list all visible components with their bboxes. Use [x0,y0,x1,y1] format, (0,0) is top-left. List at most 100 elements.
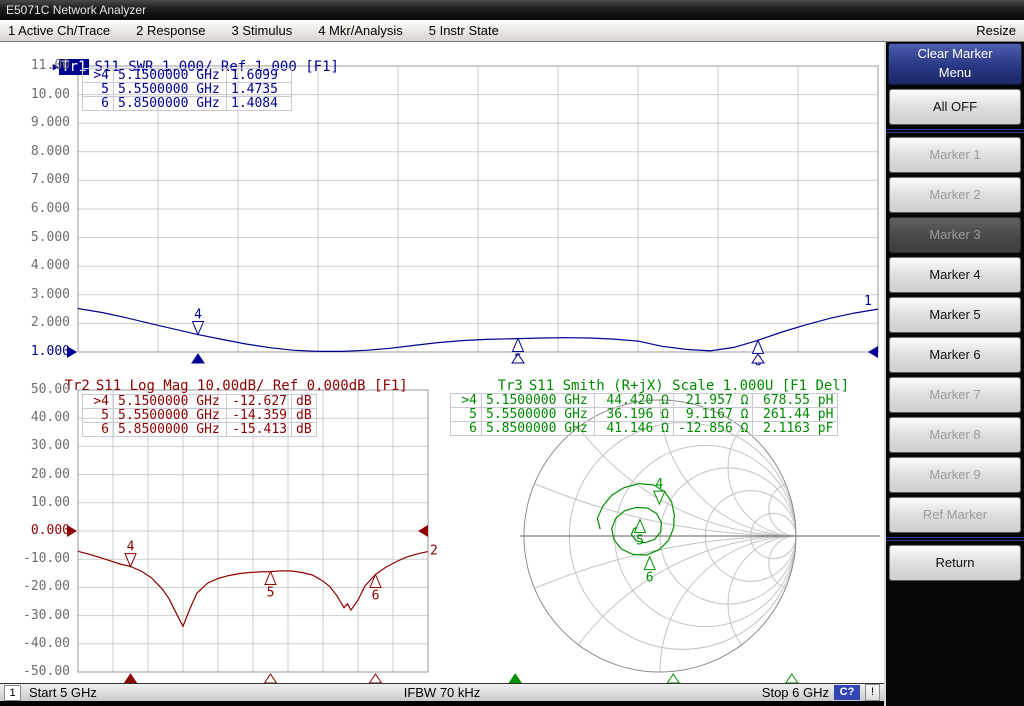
y-axis-tick: 40.00 [16,410,70,425]
channel-number: 1 [4,685,21,701]
marker-symbol-active [193,322,204,335]
marker-table-cell: 9.1167 Ω [674,408,753,422]
marker-table-cell: 5.8500000 GHz [114,97,227,111]
softkey-marker-3[interactable]: Marker 3 [889,217,1021,253]
y-axis-tick: 9.000 [16,115,70,130]
marker-table-row: >45.1500000 GHz44.420 Ω21.957 Ω678.55 pH [451,394,838,408]
menu-item-resize[interactable]: Resize [976,23,1016,38]
marker-table-row: >45.1500000 GHz1.6099 [83,69,292,83]
softkey-return[interactable]: Return [889,545,1021,581]
y-axis-tick: 7.000 [16,172,70,187]
stimulus-marker [265,674,277,683]
marker-table-row: 55.5500000 GHz36.196 Ω9.1167 Ω261.44 pH [451,408,838,422]
marker-number-label: 5 [636,534,644,549]
y-axis-tick: 8.000 [16,144,70,159]
marker-table-cell: 2.1163 pF [753,422,838,436]
marker-number-label: 4 [194,308,202,323]
smith-reactance-arc [524,536,884,683]
softkey-marker-9[interactable]: Marker 9 [889,457,1021,493]
softkey-marker-1[interactable]: Marker 1 [889,137,1021,173]
correction-status-badge: C? [834,685,860,700]
marker-number-label: 4 [127,540,135,555]
stimulus-marker [667,674,679,683]
marker-table-cell: 5.5500000 GHz [114,83,227,97]
softkey-marker-6[interactable]: Marker 6 [889,337,1021,373]
y-axis-tick: 0.000 [16,523,70,538]
window-title: E5071C Network Analyzer [6,3,146,17]
tr3-label[interactable]: Tr3 [498,378,523,394]
menu-item-4-mkr-analysis[interactable]: 4 Mkr/Analysis [318,23,403,38]
marker-table-cell: 1.6099 [227,69,292,83]
smith-reactance-arc [660,536,884,683]
marker-table-cell: >4 [451,394,482,408]
softkey-buttons: All OFF Marker 1 Marker 2 Marker 3 Marker 4 M… [886,89,1024,581]
marker-table-cell: 5 [83,409,114,423]
marker-table-cell: 5.1500000 GHz [114,69,227,83]
softkey-marker-2[interactable]: Marker 2 [889,177,1021,213]
marker-number-label: 1 [864,294,872,309]
marker-table-cell: 6 [83,97,114,111]
softkey-marker-5[interactable]: Marker 5 [889,297,1021,333]
softkey-marker-4[interactable]: Marker 4 [889,257,1021,293]
marker-table-row: 65.8500000 GHz1.4084 [83,97,292,111]
y-axis-tick: 6.000 [16,201,70,216]
marker-symbol [265,571,276,584]
status-right-group: Stop 6 GHz C? ! [762,684,880,701]
marker-table-cell: 5.5500000 GHz [114,409,227,423]
softkey-separator [886,537,1024,541]
softkey-sidebar: Clear Marker Menu All OFF Marker 1 Marker … [884,42,1024,706]
status-start-frequency: Start 5 GHz [29,685,97,700]
marker-table-cell: 5.1500000 GHz [482,394,595,408]
softkey-menu-title-line1: Clear Marker [889,44,1021,63]
smith-reactance-arc [728,536,864,672]
menu-item-1-active-ch-trace[interactable]: 1 Active Ch/Trace [8,23,110,38]
marker-table-cell: 5.1500000 GHz [114,395,227,409]
y-axis-tick: -40.00 [16,636,70,651]
softkey-all-off[interactable]: All OFF [889,89,1021,125]
marker-table-cell: 261.44 pH [753,408,838,422]
y-axis-tick: 4.000 [16,258,70,273]
marker-table-row: 55.5500000 GHz1.4735 [83,83,292,97]
stimulus-marker-active [125,674,137,683]
y-axis-tick: -10.00 [16,551,70,566]
softkey-marker-8[interactable]: Marker 8 [889,417,1021,453]
menu-item-2-response[interactable]: 2 Response [136,23,205,38]
tr3-marker-table: >45.1500000 GHz44.420 Ω21.957 Ω678.55 pH… [450,393,838,436]
status-ifbw: IFBW 70 kHz [404,685,481,700]
softkey-marker-7[interactable]: Marker 7 [889,377,1021,413]
y-axis-tick: 50.00 [16,382,70,397]
tr3-header-text: S11 Smith (R+jX) Scale 1.000U [F1 Del] [529,378,849,394]
softkey-menu-title: Clear Marker Menu [888,43,1022,85]
softkey-separator [886,129,1024,133]
marker-table-row: 65.8500000 GHz41.146 Ω-12.856 Ω2.1163 pF [451,422,838,436]
tr2-header-text: S11 Log Mag 10.00dB/ Ref 0.000dB [F1] [96,378,408,394]
marker-table-cell: >4 [83,69,114,83]
y-axis-tick: 10.00 [16,495,70,510]
tr1-marker-table: >45.1500000 GHz1.609955.5500000 GHz1.473… [82,68,292,111]
marker-table-cell: 6 [451,422,482,436]
marker-number-label: 5 [267,585,275,600]
marker-number-label: 6 [372,588,380,603]
marker-table-cell: 5.8500000 GHz [114,423,227,437]
marker-table-cell: 21.957 Ω [674,394,753,408]
marker-table-row: 55.5500000 GHz-14.359dB [83,409,317,423]
stimulus-marker [786,674,798,683]
marker-symbol [753,340,764,353]
marker-table-row: >45.1500000 GHz-12.627dB [83,395,317,409]
marker-table-row: 65.8500000 GHz-15.413dB [83,423,317,437]
y-axis-tick: 10.00 [16,87,70,102]
menu-item-3-stimulus[interactable]: 3 Stimulus [232,23,293,38]
softkey-menu-title-line2: Menu [889,63,1021,82]
softkey-ref-marker[interactable]: Ref Marker [889,497,1021,533]
marker-number-label: 6 [646,571,654,586]
marker-table-cell: dB [292,395,317,409]
marker-table-cell: 678.55 pH [753,394,838,408]
y-axis-tick: -30.00 [16,608,70,623]
y-axis-tick: 3.000 [16,287,70,302]
menu-bar: 1 Active Ch/Trace 2 Response 3 Stimulus 4 M… [0,20,1024,42]
y-axis-tick: -50.00 [16,664,70,679]
marker-table-cell: 6 [83,423,114,437]
menu-item-5-instr-state[interactable]: 5 Instr State [429,23,499,38]
marker-table-cell: -14.359 [227,409,292,423]
marker-table-cell: 5.5500000 GHz [482,408,595,422]
